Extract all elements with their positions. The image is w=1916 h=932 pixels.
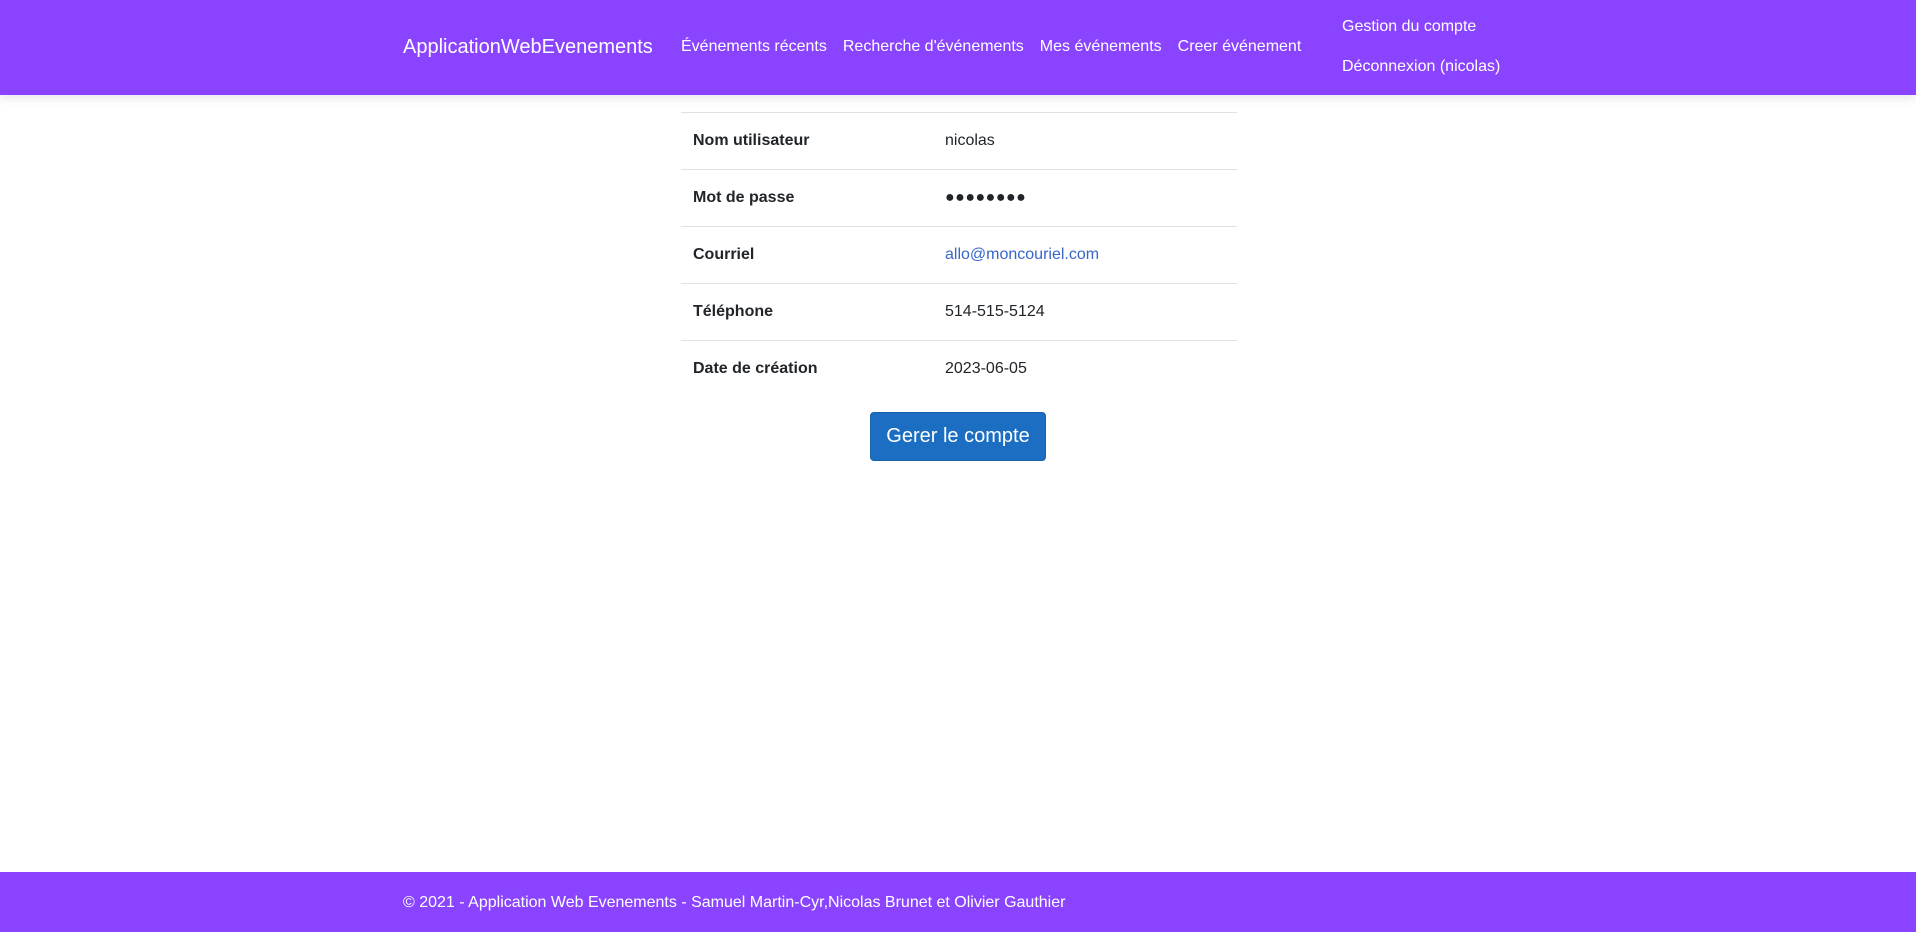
nav-logout[interactable]: Déconnexion (nicolas): [1342, 57, 1500, 77]
nav-recent-events[interactable]: Événements récents: [673, 37, 835, 57]
footer-copyright: © 2021 - Application Web Evenements - Sa…: [403, 894, 1066, 911]
account-nav: Gestion du compte Déconnexion (nicolas): [1342, 17, 1500, 77]
password-value: ●●●●●●●●: [945, 189, 1027, 206]
table-row: Courriel allo@moncouriel.com: [681, 226, 1237, 284]
top-navbar: ApplicationWebEvenements Événements réce…: [0, 0, 1916, 95]
table-row: Nom utilisateur nicolas: [681, 112, 1237, 170]
page: ApplicationWebEvenements Événements réce…: [0, 0, 1916, 932]
table-row: Téléphone 514-515-5124: [681, 283, 1237, 341]
table-row: Mot de passe ●●●●●●●●: [681, 169, 1237, 227]
username-label: Nom utilisateur: [693, 132, 810, 149]
manage-account-button[interactable]: Gerer le compte: [870, 412, 1046, 461]
email-label: Courriel: [693, 246, 755, 263]
main-nav: Événements récents Recherche d'événement…: [673, 37, 1309, 57]
creation-date-label: Date de création: [693, 360, 818, 378]
password-label: Mot de passe: [693, 189, 795, 206]
email-cell: allo@moncouriel.com: [933, 227, 1237, 284]
table-row: Date de création 2023-06-05: [681, 340, 1237, 398]
account-details-table: Nom utilisateur nicolas Mot de passe ●●●…: [681, 112, 1237, 398]
nav-account-management[interactable]: Gestion du compte: [1342, 17, 1500, 37]
nav-search-events[interactable]: Recherche d'événements: [835, 37, 1032, 57]
footer: © 2021 - Application Web Evenements - Sa…: [0, 872, 1916, 932]
email-link[interactable]: allo@moncouriel.com: [945, 246, 1099, 263]
username-value: nicolas: [945, 132, 995, 149]
phone-label: Téléphone: [693, 303, 774, 320]
nav-my-events[interactable]: Mes événements: [1032, 37, 1170, 57]
nav-create-event[interactable]: Creer événement: [1170, 37, 1310, 57]
brand-link[interactable]: ApplicationWebEvenements: [403, 35, 653, 59]
creation-date-value: 2023-06-05: [945, 360, 1027, 378]
phone-value: 514-515-5124: [945, 303, 1045, 320]
